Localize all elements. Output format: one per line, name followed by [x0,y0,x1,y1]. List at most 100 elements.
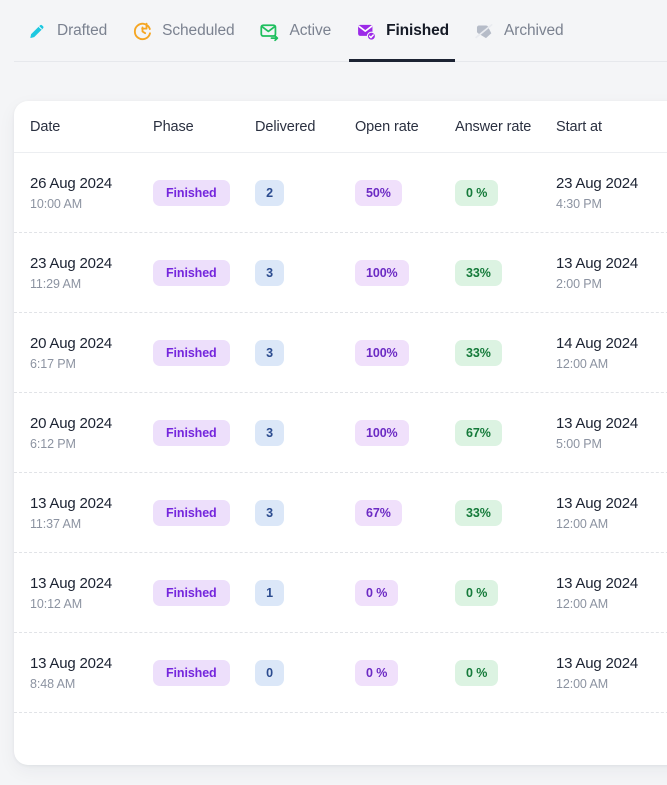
start-time-value: 5:00 PM [556,436,602,451]
tab-drafted[interactable]: Drafted [14,0,119,62]
column-header-start-at[interactable]: Start at [556,119,667,135]
column-header-delivered[interactable]: Delivered [255,119,355,135]
date-value: 20 Aug 2024 [30,334,113,352]
cell-date: 23 Aug 2024 11:29 AM [30,255,153,291]
start-date-value: 14 Aug 2024 [556,334,639,352]
cell-open-rate: 100% [355,259,455,286]
clock-arrow-icon [131,20,153,42]
tab-active[interactable]: Active [247,0,344,62]
table-row[interactable]: 13 Aug 2024 11:37 AM Finished 3 67% 33% … [14,473,667,553]
date-value: 26 Aug 2024 [30,174,113,192]
time-value: 11:37 AM [30,516,82,531]
time-value: 10:00 AM [30,196,83,211]
delivered-badge: 1 [255,579,284,606]
cell-answer-rate: 67% [455,419,556,446]
cell-open-rate: 50% [355,179,455,206]
column-header-answer-rate[interactable]: Answer rate [455,119,556,135]
start-date-value: 13 Aug 2024 [556,654,639,672]
cell-open-rate: 0 % [355,579,455,606]
start-time-value: 12:00 AM [556,516,609,531]
cell-delivered: 0 [255,659,355,686]
answer-rate-badge: 0 % [455,179,499,206]
table-row[interactable]: 13 Aug 2024 8:48 AM Finished 0 0 % 0 % 1… [14,633,667,713]
answer-rate-badge: 33% [455,339,502,366]
column-header-date[interactable]: Date [30,119,153,135]
cell-delivered: 3 [255,499,355,526]
cell-date: 20 Aug 2024 6:17 PM [30,335,153,371]
answer-rate-badge: 67% [455,419,502,446]
status-badge: Finished [153,339,230,366]
open-rate-badge: 100% [355,419,409,446]
status-badge: Finished [153,419,230,446]
cell-date: 13 Aug 2024 8:48 AM [30,655,153,691]
status-badge: Finished [153,499,230,526]
tab-archived[interactable]: Archived [461,0,576,62]
table-row[interactable]: 26 Aug 2024 10:00 AM Finished 2 50% 0 % … [14,153,667,233]
cell-date: 13 Aug 2024 11:37 AM [30,495,153,531]
cell-open-rate: 100% [355,339,455,366]
delivered-badge: 3 [255,259,284,286]
status-badge: Finished [153,659,230,686]
cell-answer-rate: 0 % [455,179,556,206]
delivered-badge: 3 [255,419,284,446]
start-date-value: 13 Aug 2024 [556,414,639,432]
table-row[interactable]: 13 Aug 2024 10:12 AM Finished 1 0 % 0 % … [14,553,667,633]
tab-finished[interactable]: Finished [343,0,461,62]
time-value: 6:12 PM [30,436,76,451]
open-rate-badge: 50% [355,179,402,206]
cell-phase: Finished [153,579,255,606]
pencil-icon [26,20,48,42]
cell-phase: Finished [153,419,255,446]
tab-drafted-label: Drafted [57,22,108,39]
table-row[interactable]: 23 Aug 2024 11:29 AM Finished 3 100% 33%… [14,233,667,313]
column-header-phase[interactable]: Phase [153,119,255,135]
answer-rate-badge: 33% [455,499,502,526]
envelope-check-icon [355,20,377,42]
date-value: 20 Aug 2024 [30,414,113,432]
status-badge: Finished [153,259,230,286]
cell-start-at: 23 Aug 2024 4:30 PM [556,175,667,211]
cell-delivered: 1 [255,579,355,606]
cell-start-at: 13 Aug 2024 2:00 PM [556,255,667,291]
start-time-value: 12:00 AM [556,356,609,371]
cell-open-rate: 0 % [355,659,455,686]
cell-phase: Finished [153,659,255,686]
start-time-value: 4:30 PM [556,196,602,211]
campaigns-table-card: Date Phase Delivered Open rate Answer ra… [14,101,667,765]
answer-rate-badge: 0 % [455,579,499,606]
cell-start-at: 14 Aug 2024 12:00 AM [556,335,667,371]
start-date-value: 23 Aug 2024 [556,174,639,192]
start-time-value: 12:00 AM [556,676,609,691]
start-date-value: 13 Aug 2024 [556,574,639,592]
status-badge: Finished [153,179,230,206]
tab-scheduled[interactable]: Scheduled [119,0,246,62]
cell-phase: Finished [153,259,255,286]
cell-answer-rate: 33% [455,259,556,286]
cell-start-at: 13 Aug 2024 12:00 AM [556,655,667,691]
cell-phase: Finished [153,179,255,206]
cell-start-at: 13 Aug 2024 12:00 AM [556,575,667,611]
cell-answer-rate: 0 % [455,579,556,606]
open-rate-badge: 0 % [355,659,399,686]
delivered-badge: 3 [255,339,284,366]
table-row[interactable]: 20 Aug 2024 6:12 PM Finished 3 100% 67% … [14,393,667,473]
column-header-open-rate[interactable]: Open rate [355,119,455,135]
time-value: 11:29 AM [30,276,82,291]
start-time-value: 2:00 PM [556,276,602,291]
cell-date: 20 Aug 2024 6:12 PM [30,415,153,451]
date-value: 23 Aug 2024 [30,254,113,272]
start-time-value: 12:00 AM [556,596,609,611]
cell-date: 13 Aug 2024 10:12 AM [30,575,153,611]
open-rate-badge: 100% [355,339,409,366]
cell-phase: Finished [153,499,255,526]
date-value: 13 Aug 2024 [30,654,113,672]
cell-phase: Finished [153,339,255,366]
date-value: 13 Aug 2024 [30,494,113,512]
time-value: 6:17 PM [30,356,76,371]
tab-active-label: Active [289,22,332,39]
time-value: 8:48 AM [30,676,76,691]
table-row[interactable]: 20 Aug 2024 6:17 PM Finished 3 100% 33% … [14,313,667,393]
cell-start-at: 13 Aug 2024 12:00 AM [556,495,667,531]
start-date-value: 13 Aug 2024 [556,254,639,272]
status-badge: Finished [153,579,230,606]
